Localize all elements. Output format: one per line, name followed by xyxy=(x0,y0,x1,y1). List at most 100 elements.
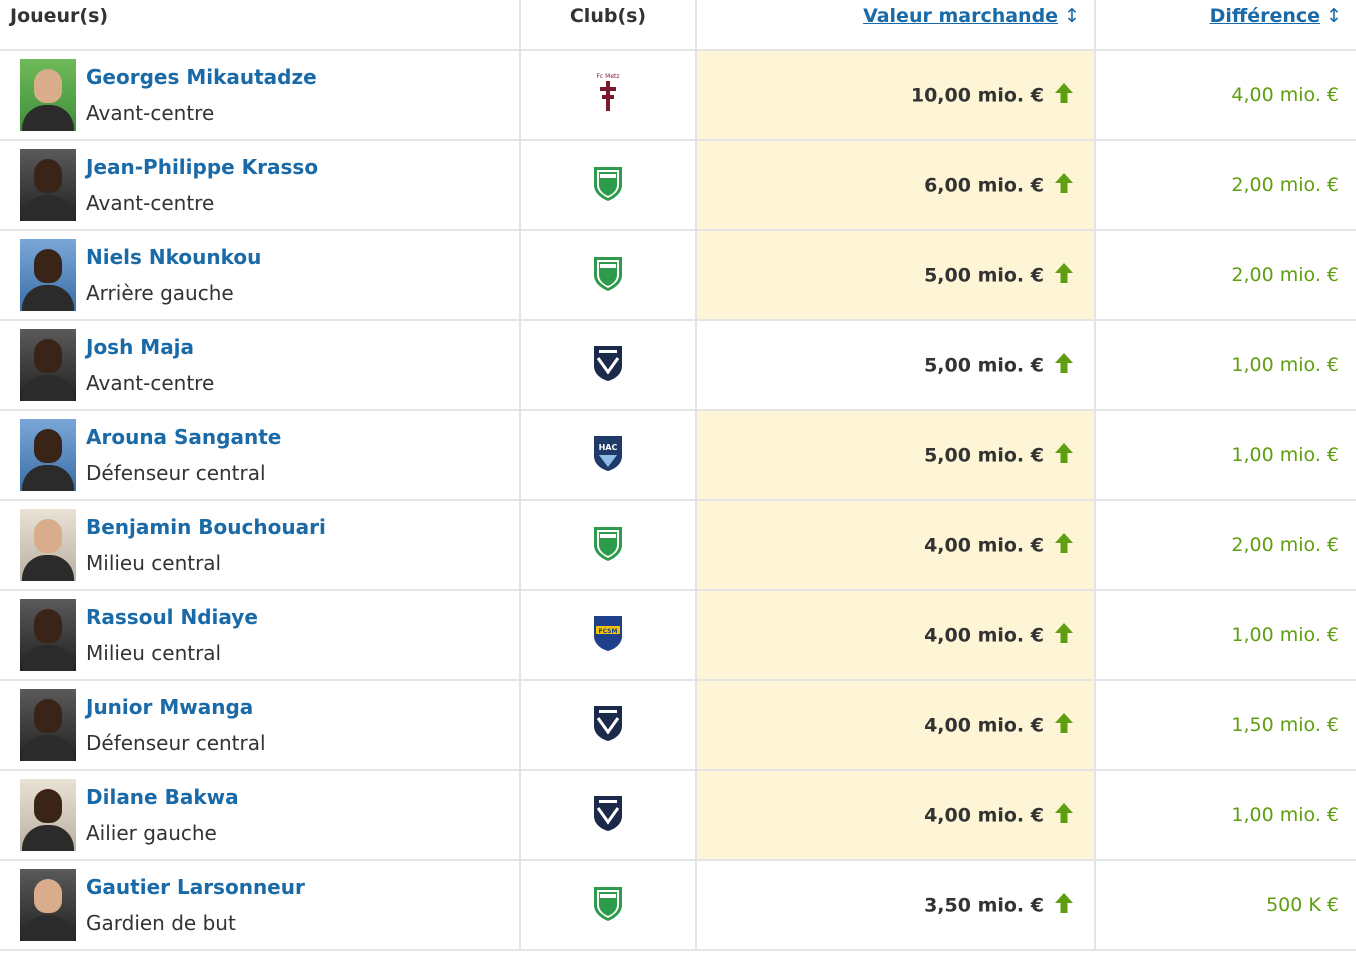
player-name-link[interactable]: Jean-Philippe Krasso xyxy=(86,154,318,180)
player-photo[interactable] xyxy=(20,149,76,221)
club-cell xyxy=(519,139,697,231)
difference-cell: 2,00 mio. € xyxy=(1094,499,1356,591)
sort-arrows-icon[interactable]: ↕ xyxy=(1064,5,1080,27)
difference-cell: 1,50 mio. € xyxy=(1094,679,1356,771)
market-value-cell: 6,00 mio. € xyxy=(695,139,1096,231)
le-havre-ac-crest-icon[interactable]: HAC xyxy=(591,433,625,477)
player-photo[interactable] xyxy=(20,689,76,761)
player-cell: Arouna Sangante Défenseur central xyxy=(0,409,521,501)
value-difference: 1,00 mio. € xyxy=(1231,624,1339,646)
up-arrow-icon xyxy=(1054,82,1074,109)
player-cell: Jean-Philippe Krasso Avant-centre xyxy=(0,139,521,231)
player-name-link[interactable]: Josh Maja xyxy=(86,334,214,360)
player-photo[interactable] xyxy=(20,419,76,491)
club-cell xyxy=(519,769,697,861)
player-photo[interactable] xyxy=(20,509,76,581)
sort-arrows-icon[interactable]: ↕ xyxy=(1326,5,1342,27)
player-photo[interactable] xyxy=(20,779,76,851)
market-value: 4,00 mio. € xyxy=(924,714,1044,736)
market-value-cell: 10,00 mio. € xyxy=(695,49,1096,141)
up-arrow-icon xyxy=(1054,802,1074,829)
market-value: 4,00 mio. € xyxy=(924,624,1044,646)
value-difference: 1,00 mio. € xyxy=(1231,444,1339,466)
market-value: 4,00 mio. € xyxy=(924,534,1044,556)
player-name-link[interactable]: Arouna Sangante xyxy=(86,424,281,450)
market-value: 10,00 mio. € xyxy=(910,84,1044,106)
difference-column-header[interactable]: Différence ↕ xyxy=(1094,0,1356,51)
difference-cell: 1,00 mio. € xyxy=(1094,769,1356,861)
difference-cell: 500 K € xyxy=(1094,859,1356,951)
player-photo[interactable] xyxy=(20,869,76,941)
value-column-header[interactable]: Valeur marchande ↕ xyxy=(695,0,1096,51)
player-cell: Gautier Larsonneur Gardien de but xyxy=(0,859,521,951)
up-arrow-icon xyxy=(1054,892,1074,919)
fc-sochaux-crest-icon[interactable]: FCSM xyxy=(591,613,625,657)
player-name-link[interactable]: Niels Nkounkou xyxy=(86,244,261,270)
player-photo[interactable] xyxy=(20,599,76,671)
table-row: Jean-Philippe Krasso Avant-centre 6,00 mio… xyxy=(0,139,1356,231)
table-row: Arouna Sangante Défenseur central HAC 5,00 … xyxy=(0,409,1356,501)
svg-text:Fc Metz: Fc Metz xyxy=(596,73,619,80)
player-cell: Benjamin Bouchouari Milieu central xyxy=(0,499,521,591)
up-arrow-icon xyxy=(1054,622,1074,649)
value-difference: 4,00 mio. € xyxy=(1231,84,1339,106)
table-row: Rassoul Ndiaye Milieu central FCSM 4,00 mio… xyxy=(0,589,1356,681)
market-value: 5,00 mio. € xyxy=(924,444,1044,466)
player-position: Avant-centre xyxy=(86,191,215,215)
player-name-link[interactable]: Rassoul Ndiaye xyxy=(86,604,258,630)
market-value-table: Joueur(s) Club(s) Valeur marchande ↕ Diff… xyxy=(0,0,1356,951)
girondins-bordeaux-crest-icon[interactable] xyxy=(591,793,625,837)
market-value-cell: 5,00 mio. € xyxy=(695,229,1096,321)
player-photo[interactable] xyxy=(20,59,76,131)
market-value-cell: 4,00 mio. € xyxy=(695,679,1096,771)
value-difference: 1,50 mio. € xyxy=(1231,714,1339,736)
fc-metz-crest-icon[interactable]: Fc Metz xyxy=(593,71,623,119)
difference-cell: 2,00 mio. € xyxy=(1094,139,1356,231)
difference-cell: 2,00 mio. € xyxy=(1094,229,1356,321)
value-difference: 2,00 mio. € xyxy=(1231,174,1339,196)
club-cell xyxy=(519,499,697,591)
player-photo[interactable] xyxy=(20,329,76,401)
club-cell xyxy=(519,679,697,771)
player-name-link[interactable]: Benjamin Bouchouari xyxy=(86,514,326,540)
player-name-link[interactable]: Gautier Larsonneur xyxy=(86,874,305,900)
table-row: Dilane Bakwa Ailier gauche 4,00 mio. € 1,00… xyxy=(0,769,1356,861)
value-difference: 500 K € xyxy=(1266,894,1339,916)
as-saint-etienne-crest-icon[interactable] xyxy=(591,883,625,927)
value-difference: 2,00 mio. € xyxy=(1231,534,1339,556)
player-name-link[interactable]: Georges Mikautadze xyxy=(86,64,317,90)
club-cell: Fc Metz xyxy=(519,49,697,141)
market-value-cell: 5,00 mio. € xyxy=(695,409,1096,501)
girondins-bordeaux-crest-icon[interactable] xyxy=(591,343,625,387)
player-cell: Niels Nkounkou Arrière gauche xyxy=(0,229,521,321)
girondins-bordeaux-crest-icon[interactable] xyxy=(591,703,625,747)
player-cell: Dilane Bakwa Ailier gauche xyxy=(0,769,521,861)
table-row: Benjamin Bouchouari Milieu central 4,00 mi… xyxy=(0,499,1356,591)
up-arrow-icon xyxy=(1054,352,1074,379)
player-position: Avant-centre xyxy=(86,371,215,395)
market-value-cell: 4,00 mio. € xyxy=(695,769,1096,861)
table-row: Gautier Larsonneur Gardien de but 3,50 mio… xyxy=(0,859,1356,951)
as-saint-etienne-crest-icon[interactable] xyxy=(591,523,625,567)
player-cell: Georges Mikautadze Avant-centre xyxy=(0,49,521,141)
player-position: Avant-centre xyxy=(86,101,215,125)
club-column-header: Club(s) xyxy=(519,0,697,51)
value-difference: 1,00 mio. € xyxy=(1231,804,1339,826)
sort-by-value-link[interactable]: Valeur marchande xyxy=(863,5,1058,27)
as-saint-etienne-crest-icon[interactable] xyxy=(591,163,625,207)
player-column-label: Joueur(s) xyxy=(10,5,109,27)
difference-cell: 1,00 mio. € xyxy=(1094,409,1356,501)
player-position: Défenseur central xyxy=(86,731,266,755)
difference-cell: 1,00 mio. € xyxy=(1094,589,1356,681)
player-name-link[interactable]: Junior Mwanga xyxy=(86,694,266,720)
player-name-link[interactable]: Dilane Bakwa xyxy=(86,784,239,810)
player-photo[interactable] xyxy=(20,239,76,311)
table-row: Junior Mwanga Défenseur central 4,00 mio. … xyxy=(0,679,1356,771)
club-column-label: Club(s) xyxy=(569,5,647,27)
difference-cell: 4,00 mio. € xyxy=(1094,49,1356,141)
sort-by-difference-link[interactable]: Différence xyxy=(1210,5,1321,27)
as-saint-etienne-crest-icon[interactable] xyxy=(591,253,625,297)
market-value-cell: 4,00 mio. € xyxy=(695,589,1096,681)
player-position: Arrière gauche xyxy=(86,281,234,305)
player-cell: Josh Maja Avant-centre xyxy=(0,319,521,411)
